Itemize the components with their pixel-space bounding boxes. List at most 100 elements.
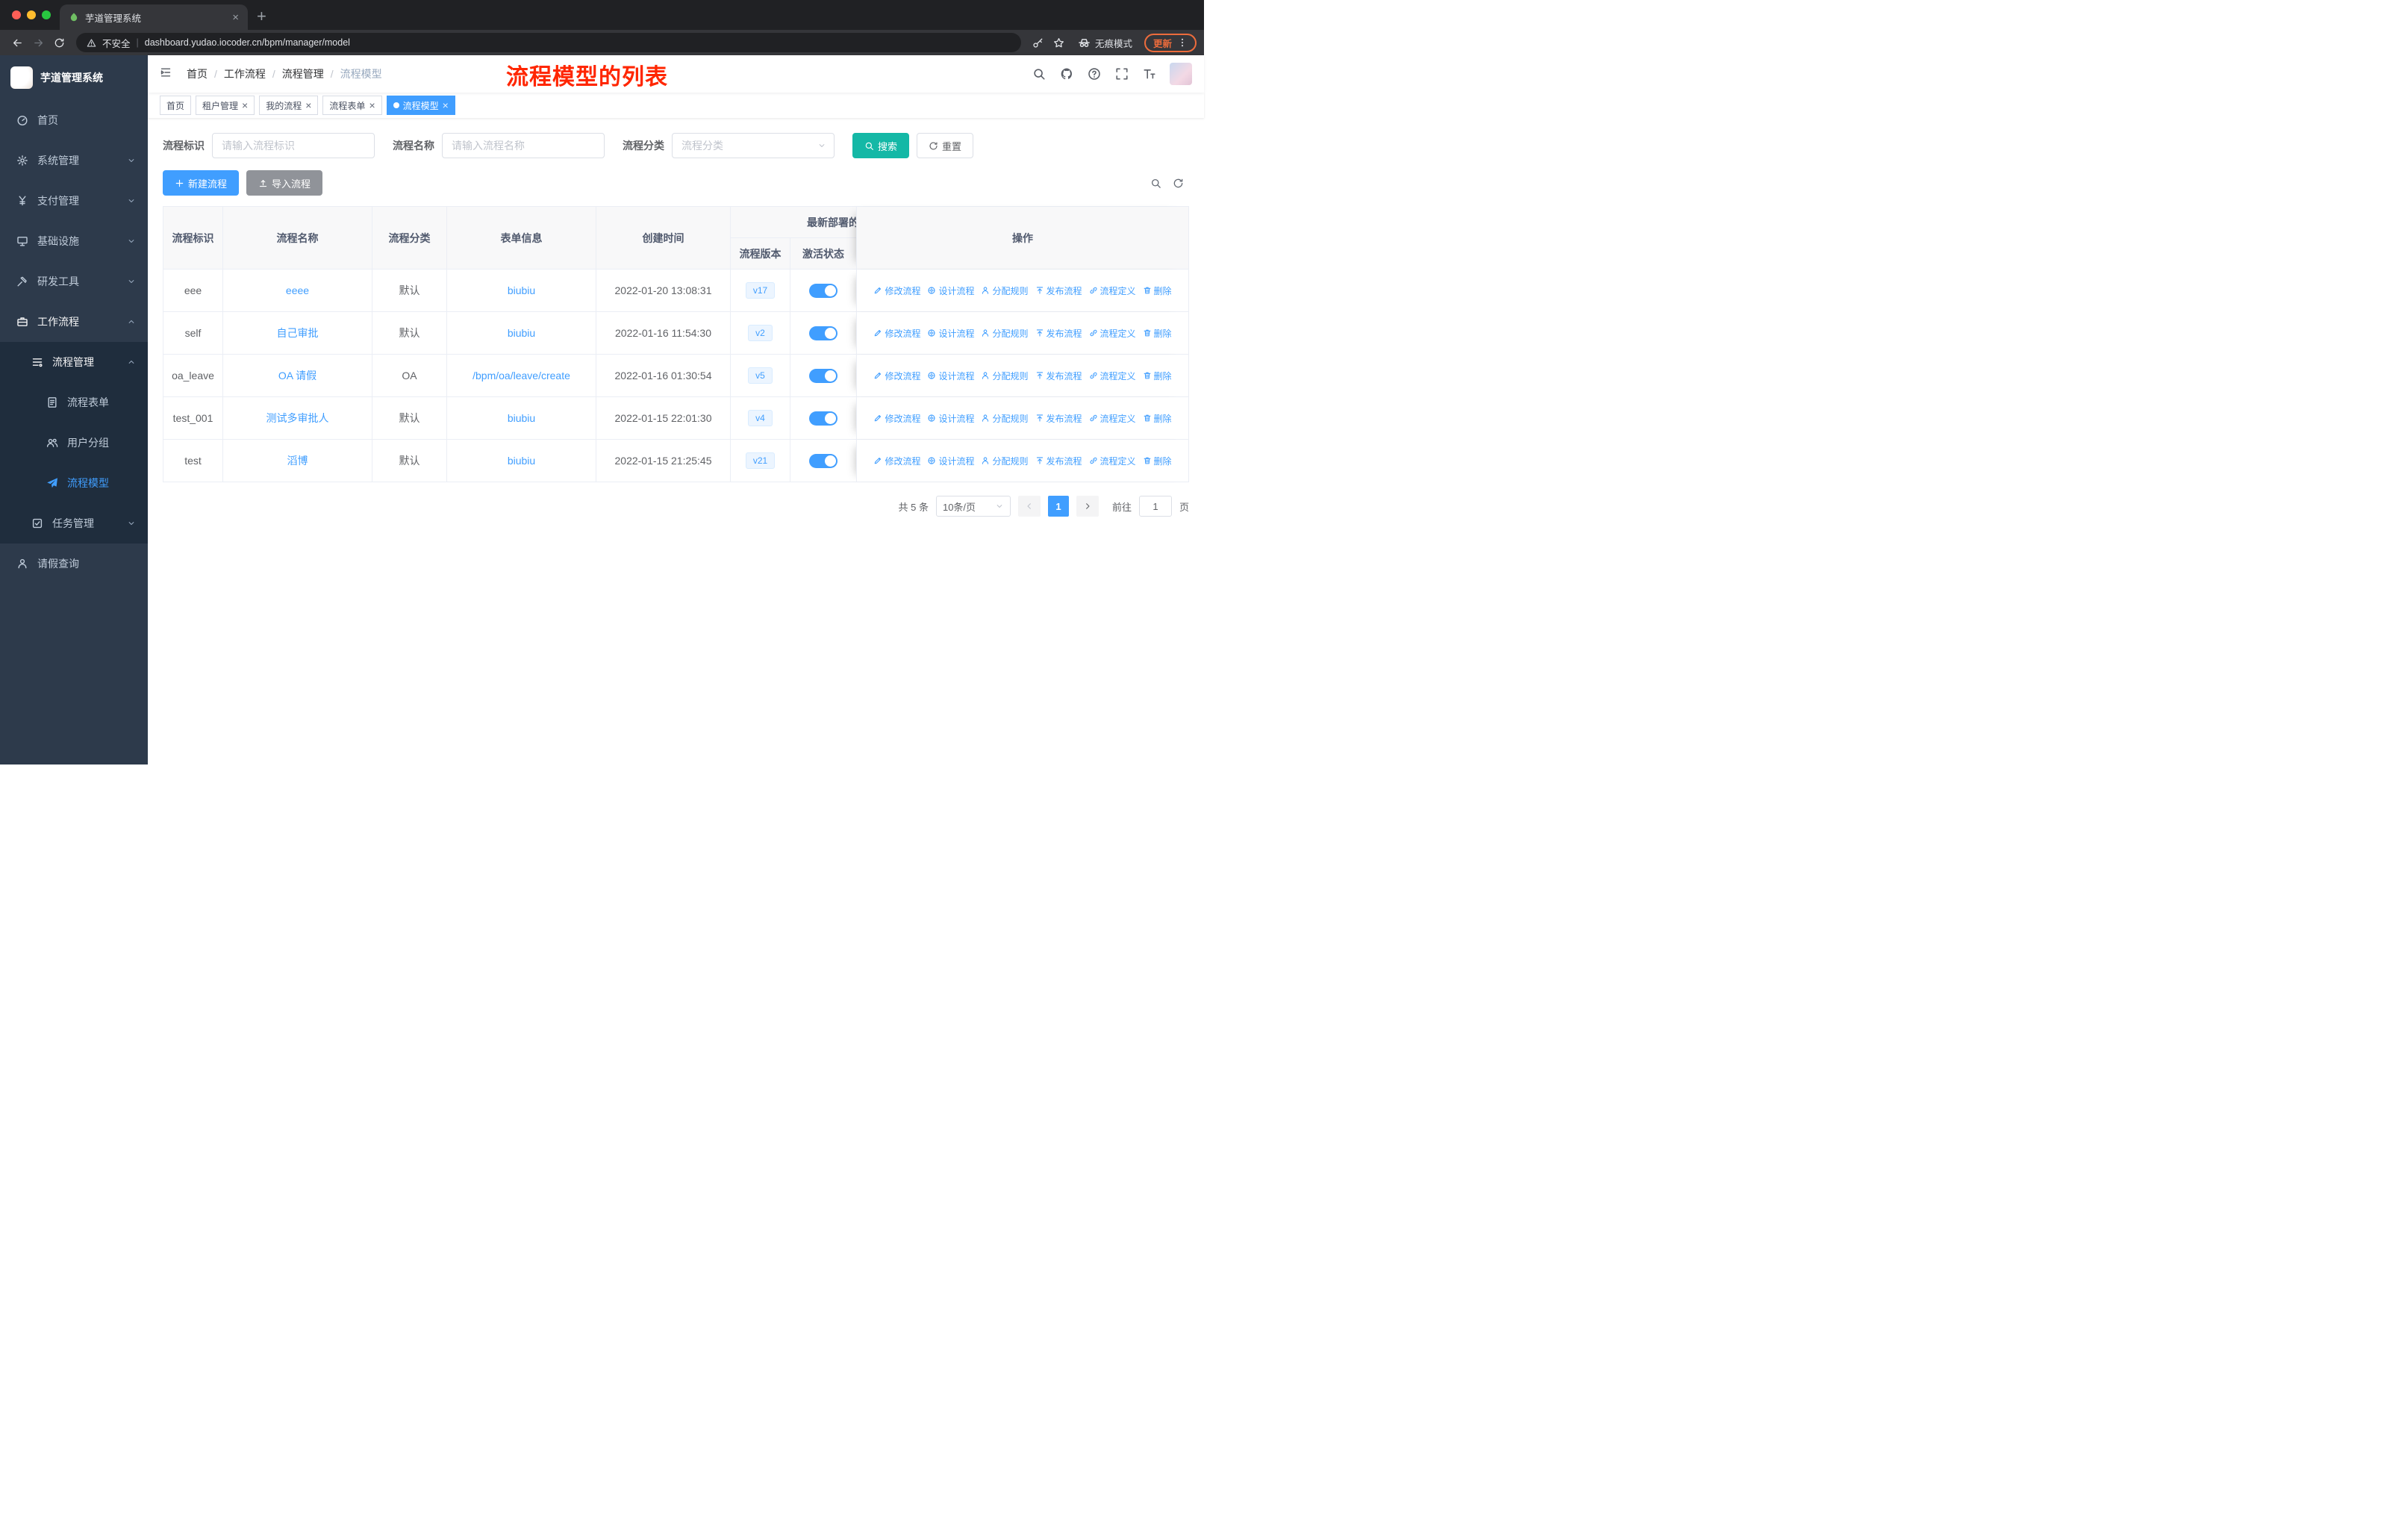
row-action-delete[interactable]: 删除 [1143, 412, 1172, 425]
row-action-definition[interactable]: 流程定义 [1089, 412, 1136, 425]
process-name-input[interactable] [442, 133, 605, 158]
row-action-assign[interactable]: 分配规则 [981, 412, 1029, 425]
tag-process-model[interactable]: 流程模型 × [386, 96, 455, 115]
process-name-link[interactable]: OA 请假 [278, 368, 316, 383]
row-action-delete[interactable]: 删除 [1143, 455, 1172, 467]
fullscreen-button[interactable] [1114, 66, 1129, 81]
bookmark-star-button[interactable] [1049, 33, 1069, 52]
row-action-publish[interactable]: 发布流程 [1035, 284, 1082, 297]
breadcrumb-process-management[interactable]: 流程管理 [282, 66, 324, 81]
sidebar-item-process-model[interactable]: 流程模型 [0, 463, 148, 503]
row-action-publish[interactable]: 发布流程 [1035, 455, 1082, 467]
category-select[interactable]: 流程分类 [672, 133, 835, 158]
font-size-button[interactable] [1142, 66, 1157, 81]
tag-close-icon[interactable]: × [369, 100, 375, 110]
minimize-window-button[interactable] [27, 10, 36, 19]
row-action-modify[interactable]: 修改流程 [873, 412, 920, 425]
browser-update-button[interactable]: 更新 [1144, 33, 1197, 52]
form-link[interactable]: biubiu [508, 412, 535, 424]
sidebar-item-process-form[interactable]: 流程表单 [0, 382, 148, 423]
back-button[interactable] [7, 33, 27, 52]
sidebar-item-infrastructure[interactable]: 基础设施 [0, 221, 148, 261]
breadcrumb-workflow[interactable]: 工作流程 [224, 66, 266, 81]
active-toggle[interactable] [809, 326, 838, 340]
row-action-modify[interactable]: 修改流程 [873, 455, 920, 467]
goto-page-input[interactable] [1138, 496, 1172, 517]
active-toggle[interactable] [809, 368, 838, 383]
import-process-button[interactable]: 导入流程 [246, 170, 323, 196]
form-link[interactable]: biubiu [508, 284, 535, 296]
row-action-assign[interactable]: 分配规则 [981, 327, 1029, 340]
help-button[interactable] [1087, 66, 1102, 81]
row-action-assign[interactable]: 分配规则 [981, 284, 1029, 297]
sidebar-item-system[interactable]: 系统管理 [0, 140, 148, 181]
tag-tenant-management[interactable]: 租户管理 × [196, 96, 255, 115]
row-action-definition[interactable]: 流程定义 [1089, 327, 1136, 340]
row-action-publish[interactable]: 发布流程 [1035, 370, 1082, 382]
row-action-design[interactable]: 设计流程 [927, 455, 974, 467]
user-avatar[interactable] [1170, 63, 1192, 85]
browser-tab[interactable]: 芋道管理系统 × [60, 4, 248, 30]
reload-button[interactable] [49, 33, 69, 52]
next-page-button[interactable] [1076, 496, 1099, 517]
sidebar-item-workflow[interactable]: 工作流程 [0, 302, 148, 342]
row-action-assign[interactable]: 分配规则 [981, 370, 1029, 382]
process-name-link[interactable]: 滔博 [287, 453, 308, 468]
page-size-select[interactable]: 10条/页 [935, 496, 1011, 517]
row-action-delete[interactable]: 删除 [1143, 327, 1172, 340]
menu-fold-button[interactable] [160, 66, 175, 81]
breadcrumb-home[interactable]: 首页 [187, 66, 208, 81]
tag-close-icon[interactable]: × [242, 100, 248, 110]
row-action-modify[interactable]: 修改流程 [873, 284, 920, 297]
row-action-design[interactable]: 设计流程 [927, 370, 974, 382]
sidebar-item-home[interactable]: 首页 [0, 100, 148, 140]
prev-page-button[interactable] [1017, 496, 1041, 517]
zoom-window-button[interactable] [42, 10, 51, 19]
sidebar-item-dev-tools[interactable]: 研发工具 [0, 261, 148, 302]
tag-process-form[interactable]: 流程表单 × [322, 96, 382, 115]
tag-my-process[interactable]: 我的流程 × [259, 96, 319, 115]
process-name-link[interactable]: eeee [286, 284, 309, 296]
process-name-link[interactable]: 测试多审批人 [266, 411, 329, 426]
row-action-definition[interactable]: 流程定义 [1089, 455, 1136, 467]
github-button[interactable] [1059, 66, 1074, 81]
header-search-button[interactable] [1032, 66, 1047, 81]
sidebar-item-payment[interactable]: 支付管理 [0, 181, 148, 221]
process-name-link[interactable]: 自己审批 [277, 326, 319, 340]
row-action-publish[interactable]: 发布流程 [1035, 327, 1082, 340]
address-bar[interactable]: 不安全 | dashboard.yudao.iocoder.cn/bpm/man… [76, 33, 1021, 52]
sidebar-item-leave-query[interactable]: 请假查询 [0, 544, 148, 584]
form-link[interactable]: biubiu [508, 455, 535, 467]
row-action-assign[interactable]: 分配规则 [981, 455, 1029, 467]
row-action-definition[interactable]: 流程定义 [1089, 284, 1136, 297]
close-window-button[interactable] [12, 10, 21, 19]
page-number-1[interactable]: 1 [1047, 496, 1069, 517]
sidebar-item-task-management[interactable]: 任务管理 [0, 503, 148, 544]
forward-button[interactable] [28, 33, 48, 52]
row-action-publish[interactable]: 发布流程 [1035, 412, 1082, 425]
reset-button[interactable]: 重置 [917, 133, 974, 158]
row-action-modify[interactable]: 修改流程 [873, 370, 920, 382]
active-toggle[interactable] [809, 283, 838, 298]
row-action-delete[interactable]: 删除 [1143, 284, 1172, 297]
new-tab-button[interactable]: + [257, 8, 266, 25]
sidebar-item-process-management[interactable]: 流程管理 [0, 342, 148, 382]
row-action-definition[interactable]: 流程定义 [1089, 370, 1136, 382]
tab-close-icon[interactable]: × [232, 12, 239, 23]
form-link[interactable]: biubiu [508, 327, 535, 339]
table-refresh-button[interactable] [1167, 172, 1189, 194]
row-action-design[interactable]: 设计流程 [927, 284, 974, 297]
process-key-input[interactable] [212, 133, 375, 158]
password-key-button[interactable] [1029, 33, 1048, 52]
tag-close-icon[interactable]: × [305, 100, 311, 110]
tag-home[interactable]: 首页 [160, 96, 192, 115]
row-action-modify[interactable]: 修改流程 [873, 327, 920, 340]
active-toggle[interactable] [809, 453, 838, 468]
table-search-toggle-button[interactable] [1144, 172, 1167, 194]
search-button[interactable]: 搜索 [852, 133, 910, 158]
tag-close-icon[interactable]: × [443, 100, 449, 110]
active-toggle[interactable] [809, 411, 838, 426]
row-action-delete[interactable]: 删除 [1143, 370, 1172, 382]
create-process-button[interactable]: 新建流程 [163, 170, 240, 196]
sidebar-item-user-group[interactable]: 用户分组 [0, 423, 148, 463]
